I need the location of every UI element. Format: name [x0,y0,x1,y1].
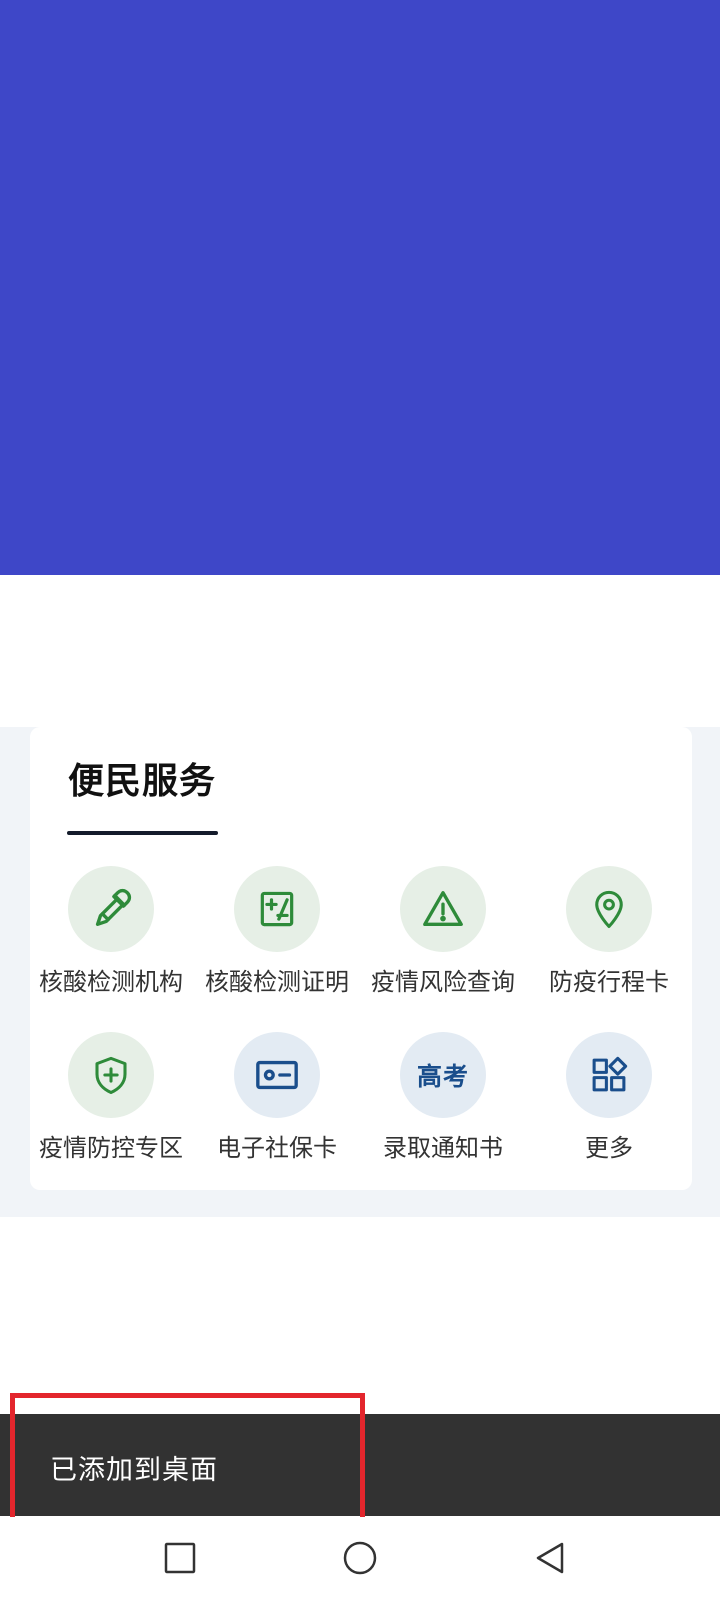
shield-plus-icon [68,1032,154,1118]
service-epidemic-zone[interactable]: 疫情防控专区 [28,1032,194,1182]
service-more[interactable]: 更多 [526,1032,692,1182]
service-risk-query[interactable]: 疫情风险查询 [360,866,526,1016]
service-label: 核酸检测机构 [39,968,183,996]
home-icon[interactable] [338,1536,382,1580]
service-itinerary-card[interactable]: 防疫行程卡 [526,866,692,1016]
top-banner[interactable] [0,0,720,575]
back-icon[interactable] [528,1536,572,1580]
warning-icon [400,866,486,952]
recent-apps-icon[interactable] [158,1536,202,1580]
section-title: 便民服务 [68,761,217,802]
service-admission-notice[interactable]: 高考 录取通知书 [360,1032,526,1182]
location-pin-icon [566,866,652,952]
service-social-security-card[interactable]: 电子社保卡 [194,1032,360,1182]
section-title-underline [67,831,218,835]
service-label: 核酸检测证明 [205,968,349,996]
service-label: 更多 [585,1134,633,1162]
gaokao-icon: 高考 [400,1032,486,1118]
service-label: 防疫行程卡 [549,968,669,996]
service-label: 疫情防控专区 [39,1134,183,1162]
service-nucleic-test-certificate[interactable]: 核酸检测证明 [194,866,360,1016]
apps-grid-icon [566,1032,652,1118]
test-certificate-icon [234,866,320,952]
highlight-box [10,1393,365,1528]
service-label: 疫情风险查询 [371,968,515,996]
service-label: 电子社保卡 [217,1134,337,1162]
dropper-icon [68,866,154,952]
service-label: 录取通知书 [383,1134,503,1162]
id-card-icon [234,1032,320,1118]
service-nucleic-test-institution[interactable]: 核酸检测机构 [28,866,194,1016]
